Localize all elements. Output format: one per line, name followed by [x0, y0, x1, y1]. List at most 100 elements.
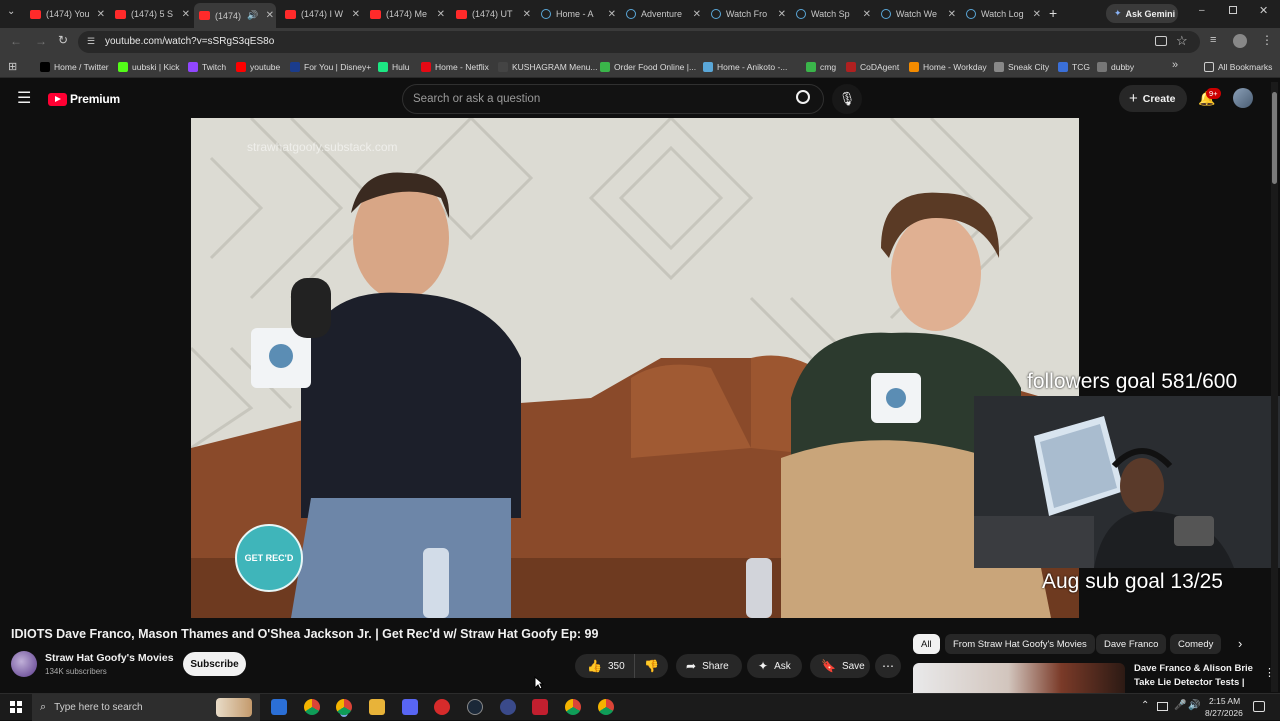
- tab-close-icon[interactable]: ✕: [266, 10, 274, 21]
- browser-tab[interactable]: Watch Fro ✕: [706, 3, 788, 25]
- page-scrollbar-thumb[interactable]: [1272, 92, 1277, 184]
- address-bar[interactable]: ☰ youtube.com/watch?v=sSRgS3qES8o ☆: [78, 31, 1200, 53]
- browser-tab[interactable]: (1474) You ✕: [25, 3, 107, 25]
- tab-close-icon[interactable]: ✕: [352, 9, 360, 20]
- apps-grid-icon[interactable]: ⊞: [8, 60, 17, 73]
- channel-avatar[interactable]: [11, 651, 37, 677]
- bookmark-item[interactable]: Home - Netflix: [421, 60, 489, 74]
- forward-icon[interactable]: →: [35, 34, 47, 48]
- tab-close-icon[interactable]: ✕: [608, 9, 616, 20]
- restore-window-icon[interactable]: [1229, 6, 1237, 14]
- bookmark-item[interactable]: Sneak City: [994, 60, 1049, 74]
- share-button[interactable]: ➦ Share: [676, 654, 742, 678]
- save-button[interactable]: 🔖 Save: [810, 654, 870, 678]
- bookmark-item[interactable]: KUSHAGRAM Menu...: [498, 60, 598, 74]
- taskbar-discord-icon[interactable]: [402, 699, 418, 715]
- taskbar-chrome-icon[interactable]: [304, 699, 320, 715]
- more-actions-button[interactable]: ⋯: [875, 654, 901, 678]
- browser-tab[interactable]: Adventure ✕: [621, 3, 703, 25]
- browser-tab[interactable]: (1474) Me ✕: [365, 3, 447, 25]
- minimize-window-icon[interactable]: –: [1199, 5, 1205, 16]
- tab-close-icon[interactable]: ✕: [97, 9, 105, 20]
- tab-close-icon[interactable]: ✕: [693, 9, 701, 20]
- search-icon[interactable]: [796, 90, 810, 104]
- recommended-title-line2[interactable]: Take Lie Detector Tests |: [1134, 677, 1245, 688]
- bookmark-item[interactable]: TCG: [1058, 60, 1090, 74]
- ask-button[interactable]: ✦ Ask: [747, 654, 802, 678]
- guide-menu-icon[interactable]: ☰: [17, 88, 31, 108]
- bookmark-item[interactable]: dubby: [1097, 60, 1134, 74]
- recommended-title-line1[interactable]: Dave Franco & Alison Brie: [1134, 663, 1253, 674]
- youtube-premium-logo[interactable]: Premium: [48, 92, 120, 106]
- browser-menu-icon[interactable]: ⋮: [1261, 33, 1273, 47]
- search-input[interactable]: Search or ask a question: [402, 84, 824, 114]
- browser-tab[interactable]: Watch We ✕: [876, 3, 958, 25]
- bookmark-item[interactable]: Hulu: [378, 60, 409, 74]
- taskbar-app-red-icon[interactable]: [532, 699, 548, 715]
- tab-close-icon[interactable]: ✕: [1033, 9, 1041, 20]
- tab-close-icon[interactable]: ✕: [863, 9, 871, 20]
- tray-display-icon[interactable]: [1157, 702, 1168, 711]
- url-text[interactable]: youtube.com/watch?v=sSRgS3qES8o: [105, 36, 274, 47]
- taskbar-youtube-icon[interactable]: [434, 699, 450, 715]
- taskbar-app-blue-icon[interactable]: [271, 699, 287, 715]
- like-button[interactable]: 👍 350: [575, 654, 635, 678]
- bookmark-item[interactable]: Home - Workday: [909, 60, 987, 74]
- tab-close-icon[interactable]: ✕: [778, 9, 786, 20]
- tray-volume-icon[interactable]: 🔊: [1188, 700, 1200, 711]
- bookmark-item[interactable]: Home - Anikoto -...: [703, 60, 787, 74]
- bookmark-item[interactable]: cmg: [806, 60, 836, 74]
- taskbar-steam-icon[interactable]: [467, 699, 483, 715]
- subscribe-button[interactable]: Subscribe: [183, 652, 246, 676]
- notification-center-icon[interactable]: [1253, 701, 1265, 712]
- channel-name[interactable]: Straw Hat Goofy's Movies: [45, 652, 174, 664]
- close-window-icon[interactable]: ✕: [1259, 4, 1268, 17]
- browser-tab[interactable]: Watch Log ✕: [961, 3, 1043, 25]
- create-button[interactable]: + Create: [1119, 85, 1187, 112]
- ask-gemini-button[interactable]: ✦ Ask Gemini: [1106, 4, 1178, 23]
- chip-all[interactable]: All: [913, 634, 940, 654]
- taskbar-chrome-active-icon[interactable]: [336, 699, 352, 715]
- bookmark-item[interactable]: For You | Disney+: [290, 60, 371, 74]
- tab-close-icon[interactable]: ✕: [523, 9, 531, 20]
- reload-icon[interactable]: ↻: [58, 33, 68, 47]
- all-bookmarks-folder[interactable]: All Bookmarks: [1204, 60, 1272, 74]
- bookmark-item[interactable]: Order Food Online |...: [600, 60, 696, 74]
- page-scrollbar[interactable]: [1271, 82, 1278, 692]
- tab-audio-icon[interactable]: 🔊: [247, 10, 258, 21]
- browser-tab[interactable]: (1474) UT ✕: [451, 3, 533, 25]
- site-info-icon[interactable]: ☰: [87, 36, 95, 47]
- bookmarks-overflow-icon[interactable]: »: [1172, 59, 1178, 71]
- chips-next-chevron-icon[interactable]: ›: [1238, 636, 1242, 651]
- profile-avatar-icon[interactable]: [1233, 34, 1247, 48]
- new-tab-button[interactable]: +: [1049, 5, 1057, 21]
- back-icon[interactable]: ←: [10, 34, 22, 48]
- tray-time[interactable]: 2:15 AM: [1209, 696, 1240, 706]
- tab-close-icon[interactable]: ✕: [948, 9, 956, 20]
- install-app-icon[interactable]: [1155, 36, 1167, 46]
- browser-tab[interactable]: (1474) I W ✕: [280, 3, 362, 25]
- taskbar-obs-icon[interactable]: [500, 699, 516, 715]
- taskbar-chrome-profile-3-icon[interactable]: [598, 699, 614, 715]
- taskbar-file-explorer-icon[interactable]: [369, 699, 385, 715]
- dislike-button[interactable]: 👎: [635, 654, 668, 678]
- browser-tab[interactable]: (1474) 🔊 ✕: [194, 3, 276, 28]
- tab-close-icon[interactable]: ✕: [437, 9, 445, 20]
- chip-comedy[interactable]: Comedy: [1170, 634, 1222, 654]
- bookmark-star-icon[interactable]: ☆: [1176, 33, 1188, 49]
- bookmark-item[interactable]: Home / Twitter: [40, 60, 109, 74]
- tray-overflow-icon[interactable]: ⌃: [1141, 700, 1149, 711]
- tray-date[interactable]: 8/27/2026: [1205, 708, 1243, 718]
- windows-start-icon[interactable]: [10, 701, 22, 713]
- taskbar-chrome-profile-2-icon[interactable]: [565, 699, 581, 715]
- recommended-thumbnail[interactable]: [913, 663, 1125, 693]
- tray-mic-icon[interactable]: 🎤: [1174, 700, 1186, 711]
- browser-tab[interactable]: (1474) 5 S ✕: [110, 3, 192, 25]
- video-player[interactable]: strawhatgoofy.substack.com GET REC'D: [191, 118, 1079, 618]
- bookmark-item[interactable]: youtube: [236, 60, 280, 74]
- bookmark-item[interactable]: Twitch: [188, 60, 226, 74]
- voice-search-icon[interactable]: 🎙: [832, 84, 862, 114]
- browser-tab[interactable]: Home - A ✕: [536, 3, 618, 25]
- chip-dave-franco[interactable]: Dave Franco: [1096, 634, 1167, 654]
- media-controls-icon[interactable]: ≡: [1210, 34, 1216, 46]
